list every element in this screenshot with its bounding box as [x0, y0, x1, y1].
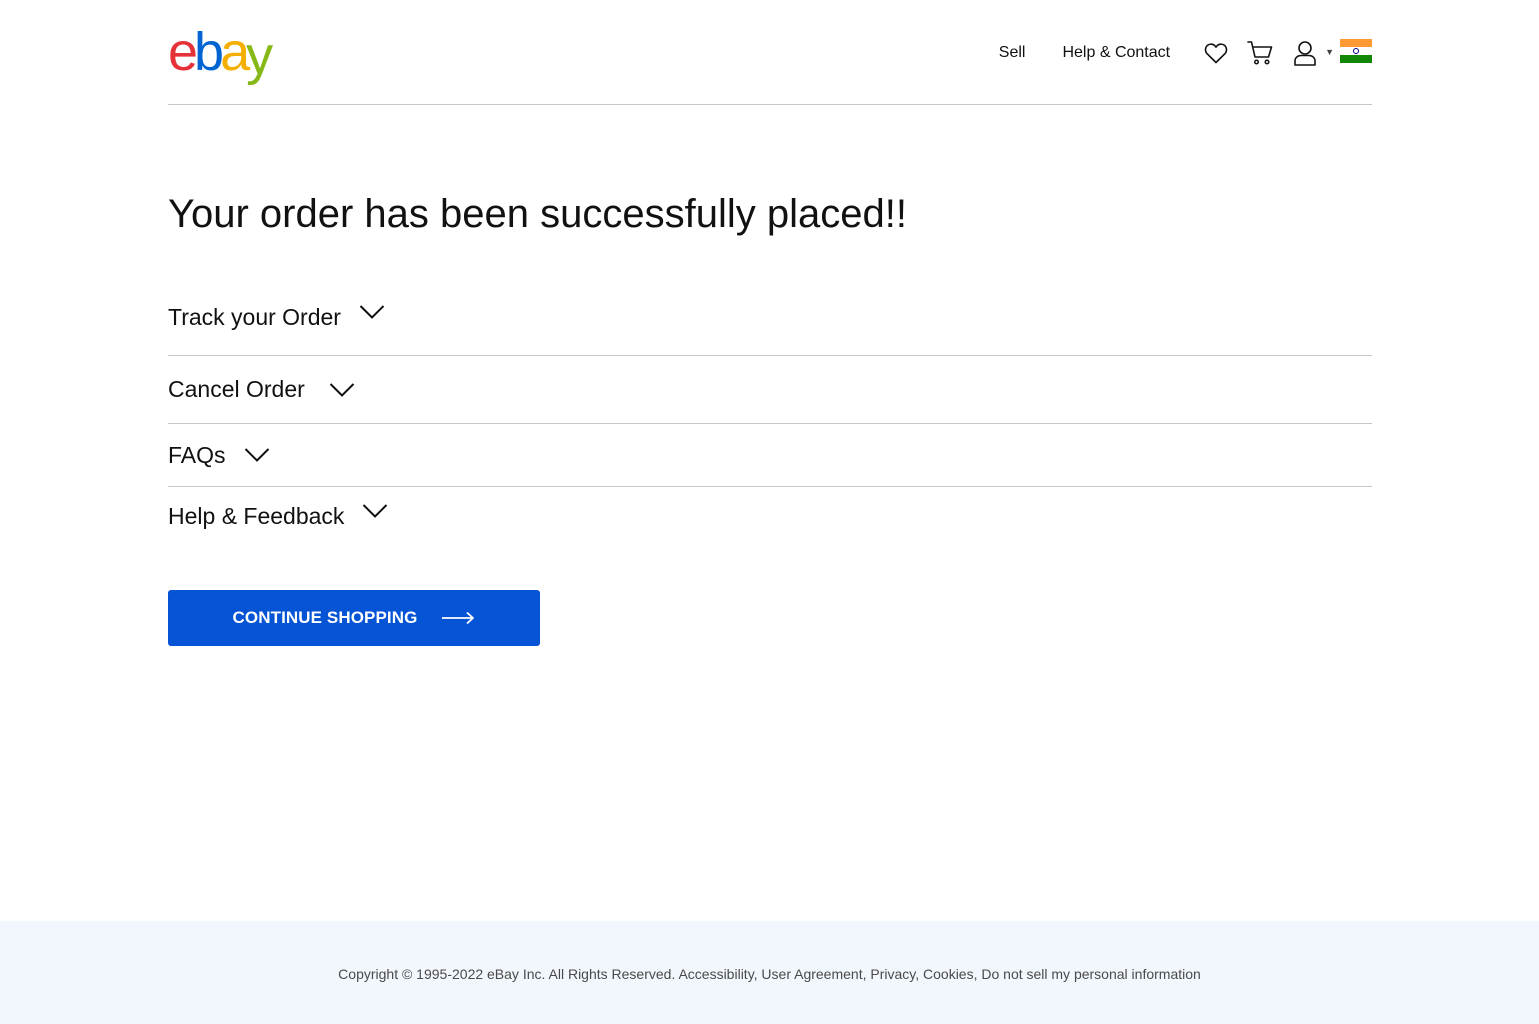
logo-letter-e: e [168, 22, 198, 82]
chevron-down-icon[interactable] [362, 503, 388, 519]
continue-shopping-label: CONTINUE SHOPPING [232, 608, 418, 627]
ebay-logo[interactable]: ebay [168, 22, 273, 86]
accordion-label: Cancel Order [168, 376, 305, 402]
logo-letter-y: y [246, 26, 273, 86]
continue-shopping-button[interactable]: CONTINUE SHOPPING [168, 590, 540, 646]
footer-copyright: Copyright © 1995-2022 eBay Inc. All Righ… [338, 966, 1201, 982]
help-contact-link[interactable]: Help & Contact [1062, 44, 1170, 62]
chevron-down-icon[interactable] [244, 447, 270, 463]
sell-link[interactable]: Sell [999, 44, 1026, 62]
accordion-help-feedback[interactable]: Help & Feedback [168, 487, 1372, 549]
cart-icon[interactable] [1247, 40, 1273, 66]
india-flag-icon[interactable] [1340, 39, 1372, 63]
accordion-label: Help & Feedback [168, 503, 345, 529]
logo-letter-b: b [194, 22, 224, 82]
chevron-down-icon[interactable] [329, 382, 355, 398]
user-icon[interactable] [1293, 40, 1317, 66]
accordion-faqs[interactable]: FAQs [168, 424, 1372, 487]
page-title: Your order has been successfully placed!… [168, 192, 907, 236]
accordion-label: FAQs [168, 441, 226, 468]
caret-down-icon[interactable]: ▼ [1325, 47, 1334, 57]
accordion-label: Track your Order [168, 304, 341, 330]
site-footer: Copyright © 1995-2022 eBay Inc. All Righ… [0, 921, 1539, 1024]
logo-letter-a: a [220, 22, 250, 82]
top-nav: Sell Help & Contact ▼ [999, 36, 1372, 70]
accordion-cancel-order[interactable]: Cancel Order [168, 356, 1372, 424]
accordion-track-order[interactable]: Track your Order [168, 304, 1372, 356]
site-header: ebay Sell Help & Contact ▼ [168, 0, 1372, 105]
chevron-down-icon[interactable] [359, 304, 385, 320]
heart-icon[interactable] [1204, 42, 1228, 64]
arrow-right-icon [441, 611, 475, 625]
